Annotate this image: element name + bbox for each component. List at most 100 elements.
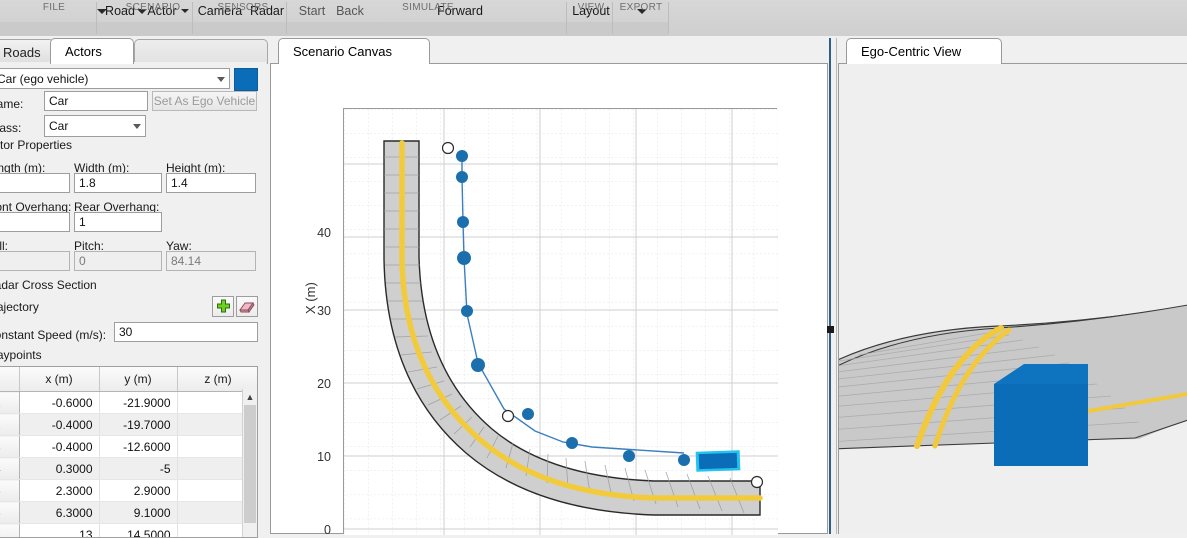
toolstrip-group-label-view: VIEW bbox=[568, 0, 614, 14]
waypoint-marker bbox=[457, 216, 469, 228]
waypoints-table[interactable]: x (m) y (m) z (m) 1 -0.6000 -21.9000 0 2… bbox=[0, 366, 258, 538]
ego-centric-view[interactable] bbox=[838, 64, 1187, 534]
axis-tick-0: 0 bbox=[307, 523, 331, 537]
waypoint-marker bbox=[461, 305, 473, 317]
section-waypoints: Waypoints bbox=[0, 348, 42, 362]
ego-centric-view-svg bbox=[839, 64, 1187, 534]
pitch-value: 0 bbox=[79, 254, 86, 268]
cell-y[interactable]: -12.6000 bbox=[99, 436, 177, 458]
scrollbar-thumb[interactable] bbox=[244, 405, 256, 523]
erase-waypoint-button[interactable] bbox=[236, 296, 258, 317]
yaw-value: 84.14 bbox=[171, 254, 201, 268]
add-waypoint-button[interactable] bbox=[212, 296, 234, 317]
cell-y[interactable]: -19.7000 bbox=[99, 414, 177, 436]
toolstrip-separator bbox=[668, 2, 669, 34]
waypoint-marker bbox=[471, 358, 485, 372]
cell-y[interactable]: -5 bbox=[99, 458, 177, 480]
table-row[interactable]: 7 13 14.5000 0 bbox=[0, 524, 258, 538]
waypoint-marker bbox=[678, 454, 690, 466]
actor-name-value: Car bbox=[49, 94, 68, 108]
actor-class-value: Car bbox=[49, 119, 68, 133]
cell-x[interactable]: 2.3000 bbox=[19, 480, 99, 502]
left-panel-tabstrip: Roads Actors bbox=[0, 38, 268, 64]
actor-color-swatch[interactable] bbox=[234, 68, 258, 91]
row-number: 7 bbox=[0, 524, 19, 538]
constant-speed-label: Constant Speed (m/s): bbox=[0, 328, 106, 342]
col-header-z: z (m) bbox=[177, 367, 258, 392]
table-row[interactable]: 6 6.3000 9.1000 0 bbox=[0, 502, 258, 524]
set-as-ego-vehicle-label: Set As Ego Vehicle bbox=[154, 94, 255, 108]
actor-class-combo[interactable]: Car bbox=[44, 115, 146, 137]
actor-select-combo[interactable]: Car (ego vehicle) bbox=[0, 68, 230, 89]
plus-icon bbox=[216, 299, 231, 314]
actor-name-input[interactable]: Car bbox=[44, 91, 148, 111]
waypoint-marker bbox=[623, 450, 635, 462]
waypoints-header-row: x (m) y (m) z (m) bbox=[0, 367, 258, 392]
waypoint-marker bbox=[456, 171, 468, 183]
toolstrip-group-band-export bbox=[614, 22, 668, 36]
cell-x[interactable]: 13 bbox=[19, 524, 99, 538]
yaw-input[interactable]: 84.14 bbox=[166, 251, 256, 271]
waypoints-vertical-scrollbar[interactable]: ▲ bbox=[242, 389, 257, 537]
cell-x[interactable]: -0.6000 bbox=[19, 392, 99, 414]
tab-actors-label: Actors bbox=[65, 44, 102, 59]
waypoint-marker bbox=[456, 150, 468, 162]
width-value: 1.8 bbox=[79, 176, 96, 190]
cell-x[interactable]: -0.4000 bbox=[19, 414, 99, 436]
toolstrip-group-band-simulate bbox=[288, 22, 568, 36]
cell-y[interactable]: 2.9000 bbox=[99, 480, 177, 502]
scenario-canvas[interactable]: X (m) 40 30 20 10 0 bbox=[270, 64, 828, 534]
chevron-up-icon[interactable]: ▲ bbox=[243, 389, 257, 404]
section-trajectory: Trajectory bbox=[0, 300, 39, 314]
tab-ego-centric-view-label: Ego-Centric View bbox=[861, 44, 961, 59]
tab-ego-centric-view[interactable]: Ego-Centric View bbox=[846, 38, 1002, 64]
road-center-marker bbox=[752, 477, 763, 488]
table-row[interactable]: 3 -0.4000 -12.6000 0 bbox=[0, 436, 258, 458]
set-as-ego-vehicle-button[interactable]: Set As Ego Vehicle bbox=[152, 91, 257, 111]
tab-actors[interactable]: Actors bbox=[50, 38, 134, 64]
table-row[interactable]: 4 0.3000 -5 0 bbox=[0, 458, 258, 480]
cell-x[interactable]: 6.3000 bbox=[19, 502, 99, 524]
toolstrip-group-label-scenario: SCENARIO bbox=[108, 0, 198, 14]
front-overhang-input[interactable] bbox=[0, 212, 70, 232]
cell-y[interactable]: -21.9000 bbox=[99, 392, 177, 414]
rear-overhang-input[interactable]: 1 bbox=[74, 212, 162, 232]
height-input[interactable]: 1.4 bbox=[166, 173, 256, 193]
roll-input[interactable] bbox=[0, 251, 70, 271]
tab-roads[interactable]: Roads bbox=[0, 39, 54, 64]
col-header-rownum bbox=[0, 367, 19, 392]
pitch-input[interactable]: 0 bbox=[74, 251, 162, 271]
width-input[interactable]: 1.8 bbox=[74, 173, 162, 193]
ego-vehicle bbox=[696, 450, 741, 472]
axis-tick-40: 40 bbox=[307, 226, 331, 240]
table-row[interactable]: 5 2.3000 2.9000 0 bbox=[0, 480, 258, 502]
constant-speed-input[interactable]: 30 bbox=[114, 322, 258, 342]
col-header-x: x (m) bbox=[19, 367, 99, 392]
ego-vehicle-body bbox=[699, 453, 738, 469]
scenario-plot-axes[interactable] bbox=[343, 108, 777, 534]
cell-y[interactable]: 9.1000 bbox=[99, 502, 177, 524]
table-row[interactable]: 1 -0.6000 -21.9000 0 bbox=[0, 392, 258, 414]
toolstrip-group-label-sensors: SENSORS bbox=[198, 0, 288, 14]
panel-splitter-handle[interactable] bbox=[827, 326, 834, 333]
panel-splitter-line bbox=[836, 38, 837, 534]
height-value: 1.4 bbox=[171, 176, 188, 190]
length-input[interactable] bbox=[0, 173, 70, 193]
row-number: 2 bbox=[0, 414, 19, 436]
actors-properties-panel: Car (ego vehicle) Name: Car Set As Ego V… bbox=[0, 62, 266, 534]
toolstrip-group-label-simulate: SIMULATE bbox=[288, 0, 568, 14]
toolstrip-group-band-view bbox=[568, 22, 614, 36]
toolstrip-group-label-file: FILE bbox=[0, 0, 108, 14]
cell-x[interactable]: 0.3000 bbox=[19, 458, 99, 480]
row-number: 3 bbox=[0, 436, 19, 458]
section-radar-cross-section: Radar Cross Section bbox=[0, 278, 97, 292]
chevron-down-icon bbox=[133, 124, 141, 129]
cell-x[interactable]: -0.4000 bbox=[19, 436, 99, 458]
table-row[interactable]: 2 -0.4000 -19.7000 0 bbox=[0, 414, 258, 436]
panel-splitter[interactable] bbox=[829, 38, 831, 534]
toolstrip: Road Actor Camera Radar Start Back Forwa… bbox=[0, 0, 1187, 36]
road-center-marker bbox=[443, 143, 454, 154]
tab-scenario-canvas[interactable]: Scenario Canvas bbox=[278, 38, 430, 64]
cell-y[interactable]: 14.5000 bbox=[99, 524, 177, 538]
canvas-tabstrip: Scenario Canvas bbox=[270, 38, 830, 64]
